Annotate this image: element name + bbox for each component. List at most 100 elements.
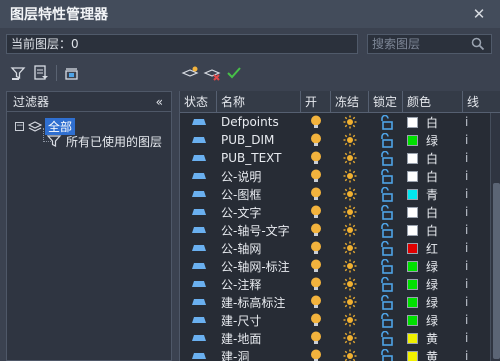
- layer-linetype[interactable]: i: [463, 239, 479, 257]
- layer-color[interactable]: 绿: [403, 293, 463, 311]
- layer-color[interactable]: 红: [403, 239, 463, 257]
- layer-status-icon[interactable]: [180, 275, 217, 293]
- unlock-icon[interactable]: [369, 329, 403, 347]
- bulb-icon[interactable]: [301, 203, 331, 221]
- column-header-linetype[interactable]: 线: [463, 91, 479, 113]
- layer-status-icon[interactable]: [180, 131, 217, 149]
- column-header-status[interactable]: 状态: [180, 91, 217, 113]
- sun-icon[interactable]: [331, 149, 369, 167]
- layer-states-manager-icon[interactable]: [61, 62, 83, 84]
- layer-color[interactable]: 青: [403, 185, 463, 203]
- layer-row[interactable]: 建-标高标注 绿 i: [180, 293, 490, 311]
- sun-icon[interactable]: [331, 275, 369, 293]
- layer-status-icon[interactable]: [180, 293, 217, 311]
- search-icon[interactable]: [471, 37, 485, 51]
- unlock-icon[interactable]: [369, 221, 403, 239]
- bulb-icon[interactable]: [301, 149, 331, 167]
- tree-expander-icon[interactable]: −: [15, 121, 24, 131]
- bulb-icon[interactable]: [301, 113, 331, 131]
- sun-icon[interactable]: [331, 203, 369, 221]
- bulb-icon[interactable]: [301, 275, 331, 293]
- layer-linetype[interactable]: i: [463, 131, 479, 149]
- layer-color[interactable]: 白: [403, 221, 463, 239]
- vertical-scrollbar[interactable]: [490, 113, 500, 361]
- unlock-icon[interactable]: [369, 239, 403, 257]
- layer-status-icon[interactable]: [180, 203, 217, 221]
- layer-name[interactable]: 建-尺寸: [217, 311, 301, 329]
- bulb-icon[interactable]: [301, 347, 331, 361]
- bulb-icon[interactable]: [301, 257, 331, 275]
- layer-name[interactable]: 公-轴号-文字: [217, 221, 301, 239]
- layer-name[interactable]: 公-说明: [217, 167, 301, 185]
- layer-status-icon[interactable]: [180, 149, 217, 167]
- new-property-filter-icon[interactable]: [8, 62, 30, 84]
- new-layer-icon[interactable]: [179, 62, 201, 84]
- layer-name[interactable]: 公-文字: [217, 203, 301, 221]
- new-group-filter-icon[interactable]: [30, 62, 52, 84]
- layer-status-icon[interactable]: [180, 185, 217, 203]
- unlock-icon[interactable]: [369, 257, 403, 275]
- layer-linetype[interactable]: i: [463, 293, 479, 311]
- layer-color[interactable]: 白: [403, 149, 463, 167]
- unlock-icon[interactable]: [369, 293, 403, 311]
- scrollbar-thumb[interactable]: [493, 183, 500, 359]
- layer-name[interactable]: 公-轴网-标注: [217, 257, 301, 275]
- layer-name[interactable]: 建-标高标注: [217, 293, 301, 311]
- sun-icon[interactable]: [331, 329, 369, 347]
- unlock-icon[interactable]: [369, 185, 403, 203]
- bulb-icon[interactable]: [301, 311, 331, 329]
- set-current-icon[interactable]: [223, 62, 245, 84]
- close-button[interactable]: ✕: [470, 5, 488, 23]
- layer-linetype[interactable]: i: [463, 275, 479, 293]
- sun-icon[interactable]: [331, 221, 369, 239]
- layer-color[interactable]: 绿: [403, 275, 463, 293]
- layer-linetype[interactable]: i: [463, 167, 479, 185]
- layer-linetype[interactable]: i: [463, 311, 479, 329]
- tree-item-used-layers[interactable]: 所有已使用的图层: [47, 133, 162, 149]
- layer-name[interactable]: PUB_DIM: [217, 131, 301, 149]
- layer-name[interactable]: PUB_TEXT: [217, 149, 301, 167]
- collapse-icon[interactable]: «: [156, 95, 163, 109]
- sun-icon[interactable]: [331, 257, 369, 275]
- sun-icon[interactable]: [331, 113, 369, 131]
- layer-status-icon[interactable]: [180, 347, 217, 361]
- layer-row[interactable]: 建-地面 黄 i: [180, 329, 490, 347]
- layer-row[interactable]: PUB_DIM 绿 i: [180, 131, 490, 149]
- bulb-icon[interactable]: [301, 329, 331, 347]
- layer-linetype[interactable]: i: [463, 113, 479, 131]
- layer-row[interactable]: 公-轴网-标注 绿 i: [180, 257, 490, 275]
- bulb-icon[interactable]: [301, 185, 331, 203]
- layer-linetype[interactable]: i: [463, 257, 479, 275]
- bulb-icon[interactable]: [301, 239, 331, 257]
- bulb-icon[interactable]: [301, 293, 331, 311]
- layer-linetype[interactable]: i: [463, 221, 479, 239]
- bulb-icon[interactable]: [301, 167, 331, 185]
- layer-name[interactable]: Defpoints: [217, 113, 301, 131]
- layer-name[interactable]: 建-地面: [217, 329, 301, 347]
- layer-linetype[interactable]: i: [463, 203, 479, 221]
- layer-status-icon[interactable]: [180, 221, 217, 239]
- layer-row[interactable]: 公-轴号-文字 白 i: [180, 221, 490, 239]
- layer-name[interactable]: 公-图框: [217, 185, 301, 203]
- sun-icon[interactable]: [331, 185, 369, 203]
- unlock-icon[interactable]: [369, 311, 403, 329]
- column-header-color[interactable]: 颜色: [403, 91, 463, 113]
- layer-color[interactable]: 白: [403, 203, 463, 221]
- unlock-icon[interactable]: [369, 113, 403, 131]
- sun-icon[interactable]: [331, 293, 369, 311]
- layer-name[interactable]: 公-注释: [217, 275, 301, 293]
- column-header-on[interactable]: 开: [301, 91, 331, 113]
- bulb-icon[interactable]: [301, 131, 331, 149]
- column-header-lock[interactable]: 锁定: [369, 91, 403, 113]
- layer-linetype[interactable]: i: [463, 149, 479, 167]
- layer-linetype[interactable]: i: [463, 185, 479, 203]
- layer-status-icon[interactable]: [180, 329, 217, 347]
- sun-icon[interactable]: [331, 311, 369, 329]
- layer-row[interactable]: PUB_TEXT 白 i: [180, 149, 490, 167]
- unlock-icon[interactable]: [369, 275, 403, 293]
- unlock-icon[interactable]: [369, 131, 403, 149]
- layer-name[interactable]: 建-洞: [217, 347, 301, 361]
- layer-row[interactable]: 建-洞 黄 i: [180, 347, 490, 361]
- layer-linetype[interactable]: i: [463, 329, 479, 347]
- layer-color[interactable]: 白: [403, 167, 463, 185]
